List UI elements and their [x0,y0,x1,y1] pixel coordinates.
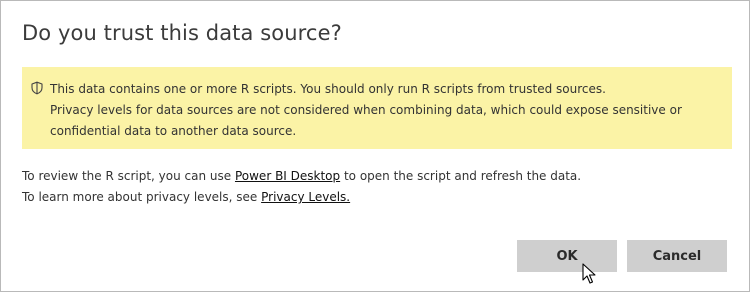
review-prefix: To review the R script, you can use [22,169,235,183]
warning-line-1: This data contains one or more R scripts… [50,82,606,96]
cancel-button[interactable]: Cancel [627,240,727,272]
warning-banner: This data contains one or more R scripts… [22,67,732,149]
review-suffix: to open the script and refresh the data. [340,169,582,183]
ok-button[interactable]: OK [517,240,617,272]
review-script-line: To review the R script, you can use Powe… [22,166,581,187]
privacy-prefix: To learn more about privacy levels, see [22,190,262,204]
dialog-title: Do you trust this data source? [22,21,342,45]
warning-line-2: Privacy levels for data sources are not … [50,103,682,117]
mouse-pointer-icon [582,263,596,284]
info-text: To review the R script, you can use Powe… [22,166,581,208]
shield-icon [31,81,43,95]
trust-data-source-dialog: Do you trust this data source? This data… [0,0,750,292]
privacy-levels-line: To learn more about privacy levels, see … [22,187,581,208]
power-bi-desktop-link[interactable]: Power BI Desktop [235,169,340,183]
privacy-levels-link[interactable]: Privacy Levels. [261,190,350,204]
warning-line-3: confidential data to another data source… [50,124,297,138]
